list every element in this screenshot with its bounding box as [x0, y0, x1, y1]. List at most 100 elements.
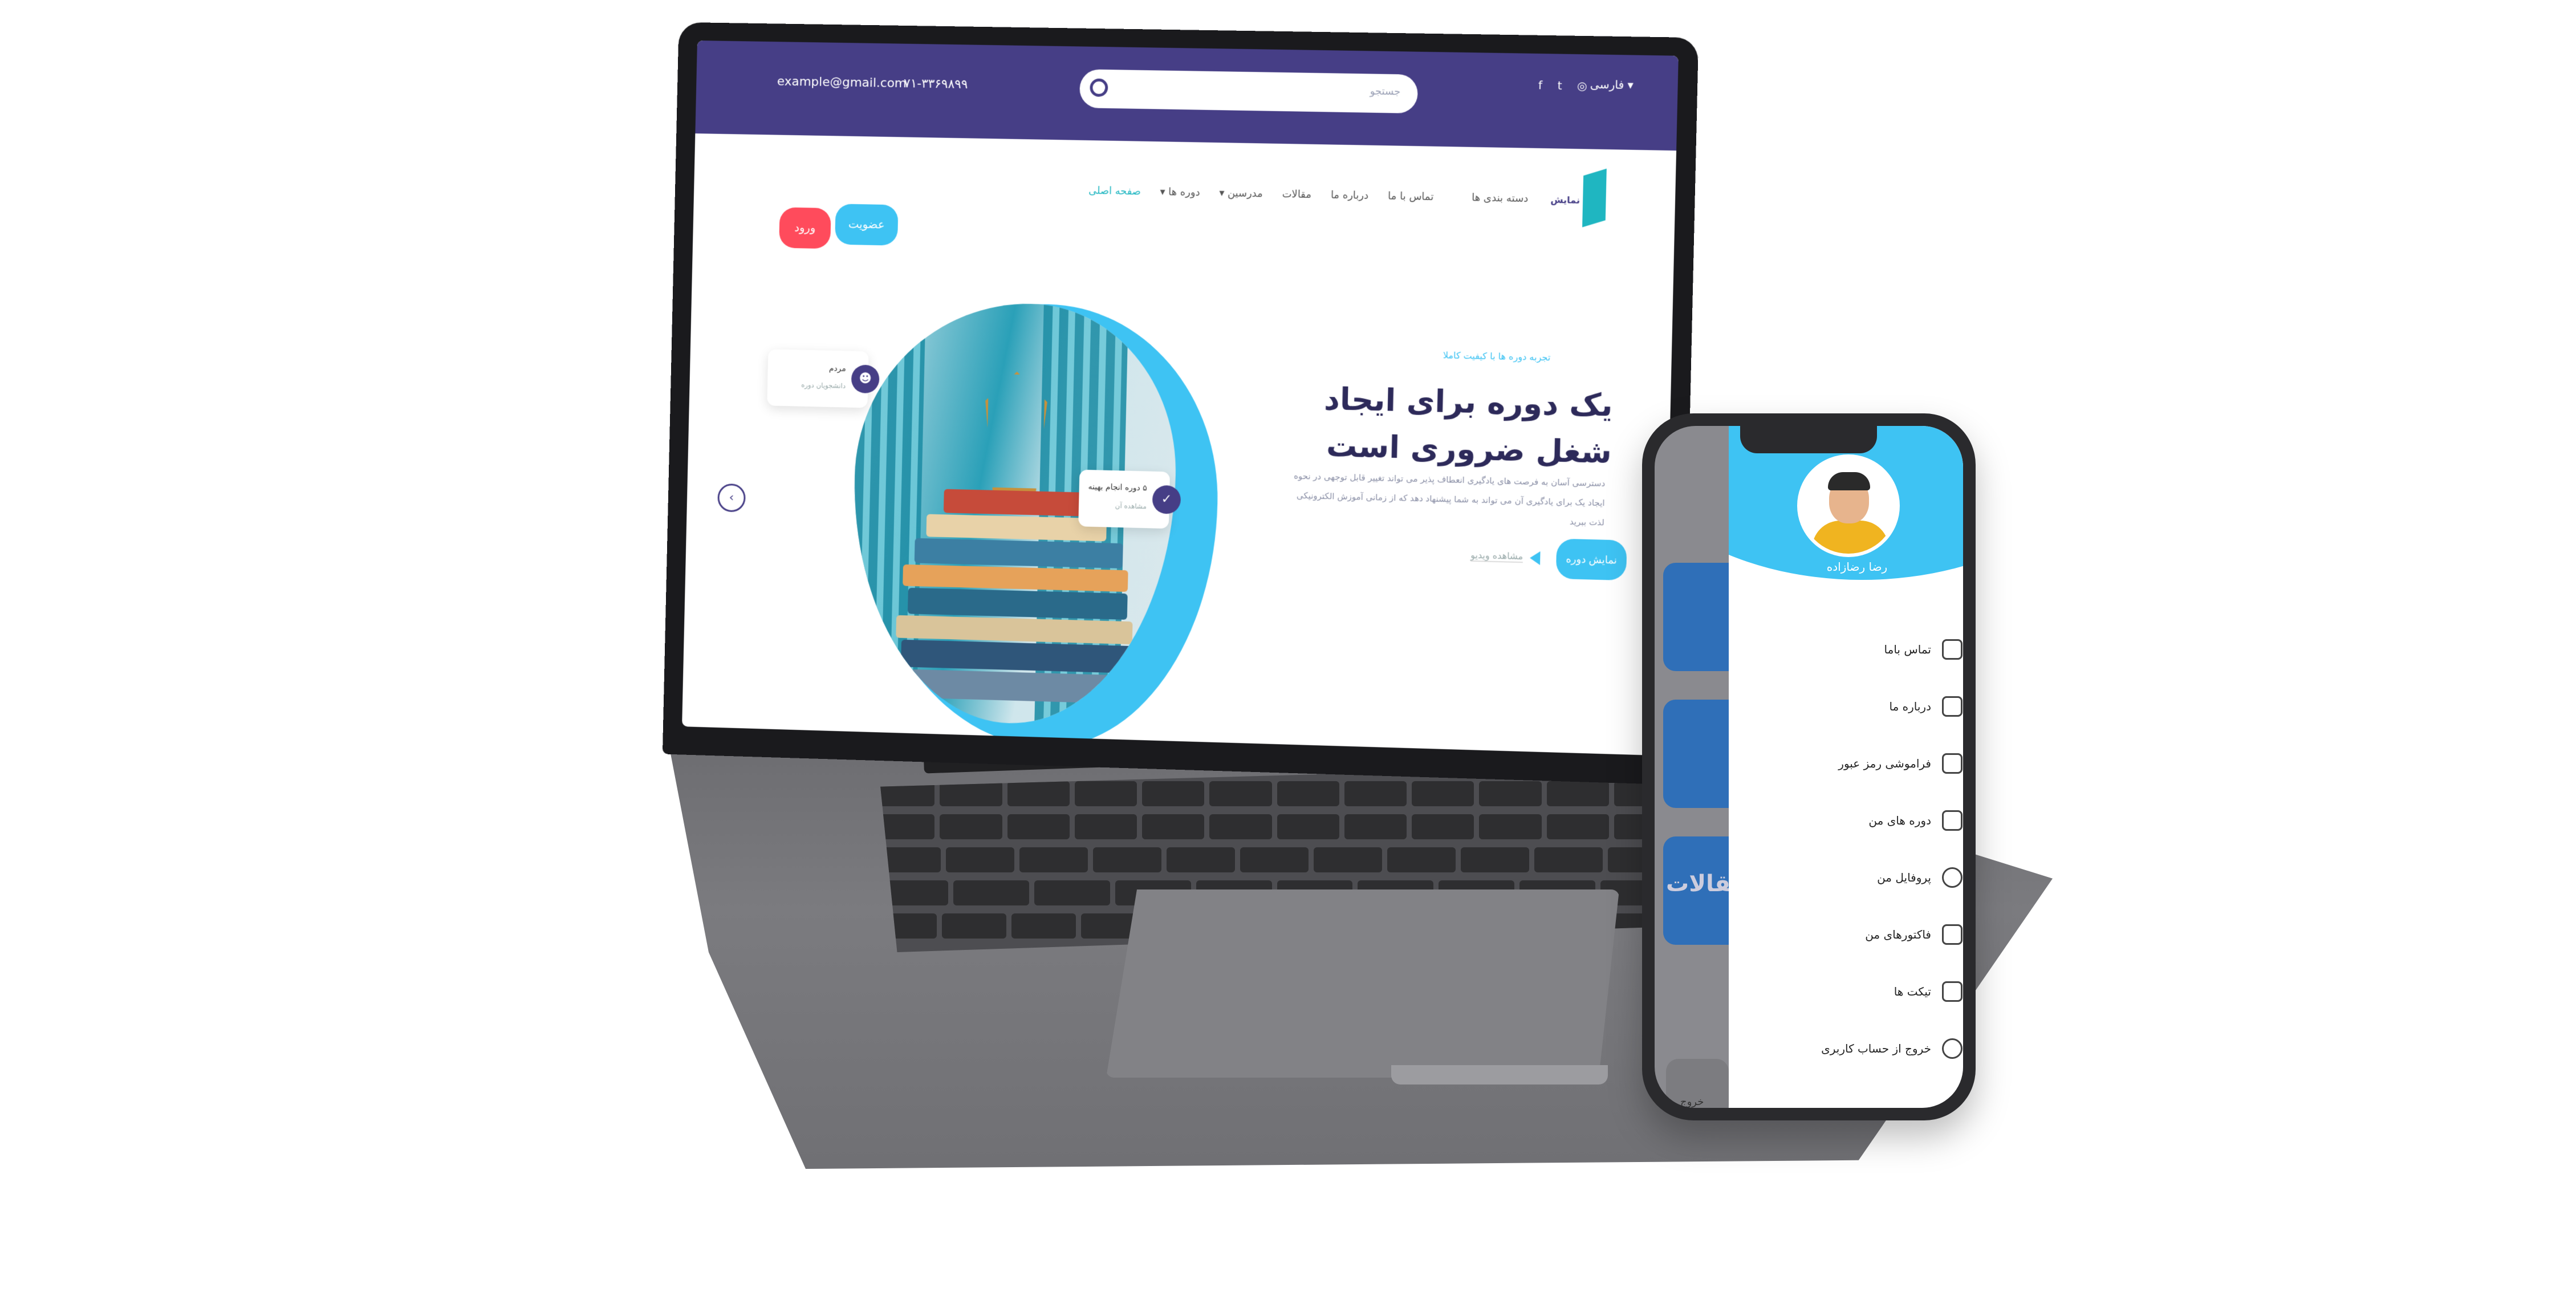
key [1546, 781, 1609, 806]
menu-item-profile[interactable]: پروفایل من [1729, 854, 1963, 911]
key [1011, 913, 1076, 939]
categories-link[interactable]: دسته بندی ها [1472, 192, 1529, 205]
complete-card: ✓ ۵ دوره انجام بهینه مشاهده آن [1078, 469, 1181, 529]
hero-description: دسترسی آسان به فرصت های یادگیری انعطاف پ… [1293, 470, 1606, 528]
nav-links: صفحه اصلی دوره ها ▾ مدرسین ▾ مقالات دربا… [1088, 185, 1434, 203]
language-select[interactable]: فارسی ▾ [1590, 78, 1634, 92]
nav-home[interactable]: صفحه اصلی [1088, 185, 1141, 198]
key [1277, 814, 1339, 839]
key [940, 814, 1002, 839]
key [1142, 781, 1205, 806]
phone-notch [1740, 426, 1877, 453]
drawer-menu: تماس باما درباره ما فراموشی رمز عبور دور… [1729, 625, 1963, 1082]
menu-label: تیکت ها [1894, 985, 1931, 998]
video-link[interactable]: مشاهده ویدیو [1470, 549, 1523, 563]
nav-teachers[interactable]: مدرسین ▾ [1219, 187, 1263, 200]
menu-item-contact[interactable]: تماس باما [1729, 625, 1963, 683]
avatar[interactable] [1797, 454, 1900, 557]
menu-item-tickets[interactable]: تیکت ها [1729, 968, 1963, 1025]
menu-item-logout[interactable]: خروج از حساب کاربری [1729, 1025, 1963, 1082]
key [1240, 847, 1309, 872]
avatar-hair [1828, 472, 1870, 490]
key [1461, 847, 1529, 872]
complete-title: ۵ دوره انجام بهینه [1088, 482, 1147, 493]
key [946, 847, 1014, 872]
menu-item-forgot-password[interactable]: فراموشی رمز عبور [1729, 740, 1963, 797]
key [1412, 814, 1474, 839]
social-icons[interactable]: f t ◎ [1538, 78, 1593, 93]
login-button[interactable]: ورود [779, 207, 831, 249]
key [1546, 814, 1609, 839]
logo-text: نمایش [1550, 194, 1580, 206]
phone-screen: مقالات خروج رضا رضازاده تماس باما درباره… [1655, 426, 1963, 1108]
book [900, 639, 1132, 673]
menu-label: فاکتورهای من [1865, 928, 1931, 941]
show-course-button[interactable]: نمایش دوره [1555, 538, 1627, 581]
hero-title: یک دوره برای ایجاد شغل ضروری است [1323, 380, 1614, 471]
key-row [880, 847, 1693, 872]
play-icon[interactable] [1529, 551, 1541, 566]
key [940, 781, 1002, 806]
laptop-screen: example@gmail.com ۰۷۱-۳۳۶۹۸۹۹ جستجو f t … [682, 40, 1679, 756]
students-card: ☻ مردم دانشجویان دوره [767, 349, 880, 408]
hero-kicker: تجربه دوره ها با کیفیت کاملا [1443, 350, 1551, 363]
user-name: رضا رضازاده [1826, 560, 1888, 574]
search-input[interactable]: جستجو [1079, 69, 1419, 113]
menu-item-invoices[interactable]: فاکتورهای من [1729, 911, 1963, 968]
menu-item-my-courses[interactable]: دوره های من [1729, 797, 1963, 854]
side-drawer: رضا رضازاده تماس باما درباره ما فراموشی … [1729, 426, 1963, 1108]
key [1074, 814, 1137, 839]
students-title: مردم [829, 364, 846, 374]
key [1034, 880, 1110, 905]
key [953, 880, 1029, 905]
key [1344, 781, 1407, 806]
nav-contact[interactable]: تماس با ما [1388, 190, 1434, 203]
logo-book-icon [1582, 168, 1607, 228]
nav-articles[interactable]: مقالات [1282, 188, 1311, 201]
key [1344, 814, 1407, 839]
nav-courses[interactable]: دوره ها ▾ [1160, 186, 1200, 198]
key [1074, 781, 1137, 806]
menu-label: دوره های من [1868, 814, 1931, 827]
main-nav: نمایش دسته بندی ها صفحه اصلی دوره ها ▾ م… [693, 133, 1677, 254]
menu-label: درباره ما [1889, 700, 1931, 713]
contact-phone[interactable]: ۰۷۱-۳۳۶۹۸۹۹ [897, 76, 968, 92]
key [1007, 814, 1070, 839]
register-button[interactable]: عضویت [835, 204, 899, 246]
menu-label: خروج از حساب کاربری [1821, 1042, 1931, 1055]
menu-label: فراموشی رمز عبور [1838, 757, 1931, 770]
menu-label: تماس باما [1884, 643, 1931, 656]
key [1142, 814, 1205, 839]
site-logo[interactable]: نمایش [1542, 168, 1607, 228]
search-icon[interactable] [1090, 78, 1108, 97]
chevron-left-icon: ‹ [729, 490, 734, 505]
book [907, 587, 1128, 620]
power-icon [1942, 1038, 1963, 1059]
search-placeholder: جستجو [1370, 85, 1401, 98]
key [1209, 814, 1272, 839]
book [943, 489, 1096, 517]
ticket-icon [1942, 981, 1963, 1002]
key [1479, 781, 1542, 806]
menu-item-about[interactable]: درباره ما [1729, 683, 1963, 740]
profile-icon [1942, 867, 1963, 888]
complete-sub: مشاهده آن [1115, 501, 1147, 511]
avatar-body [1812, 521, 1889, 554]
background-exit-label: خروج [1680, 1096, 1704, 1108]
laptop-lid: example@gmail.com ۰۷۱-۳۳۶۹۸۹۹ جستجو f t … [662, 22, 1699, 785]
key [1479, 814, 1542, 839]
info-icon [1942, 696, 1963, 717]
menu-label: پروفایل من [1877, 871, 1931, 884]
key [942, 913, 1006, 939]
key [1209, 781, 1272, 806]
site-topbar: example@gmail.com ۰۷۱-۳۳۶۹۸۹۹ جستجو f t … [695, 40, 1679, 151]
contact-email[interactable]: example@gmail.com [777, 75, 907, 91]
key [1277, 781, 1339, 806]
nav-about[interactable]: درباره ما [1331, 189, 1369, 202]
key [1387, 847, 1456, 872]
key [1019, 847, 1088, 872]
key [1534, 847, 1603, 872]
slider-prev-button[interactable]: ‹ [717, 483, 746, 513]
key-row [880, 814, 1693, 839]
lantern-icon [984, 371, 1048, 492]
